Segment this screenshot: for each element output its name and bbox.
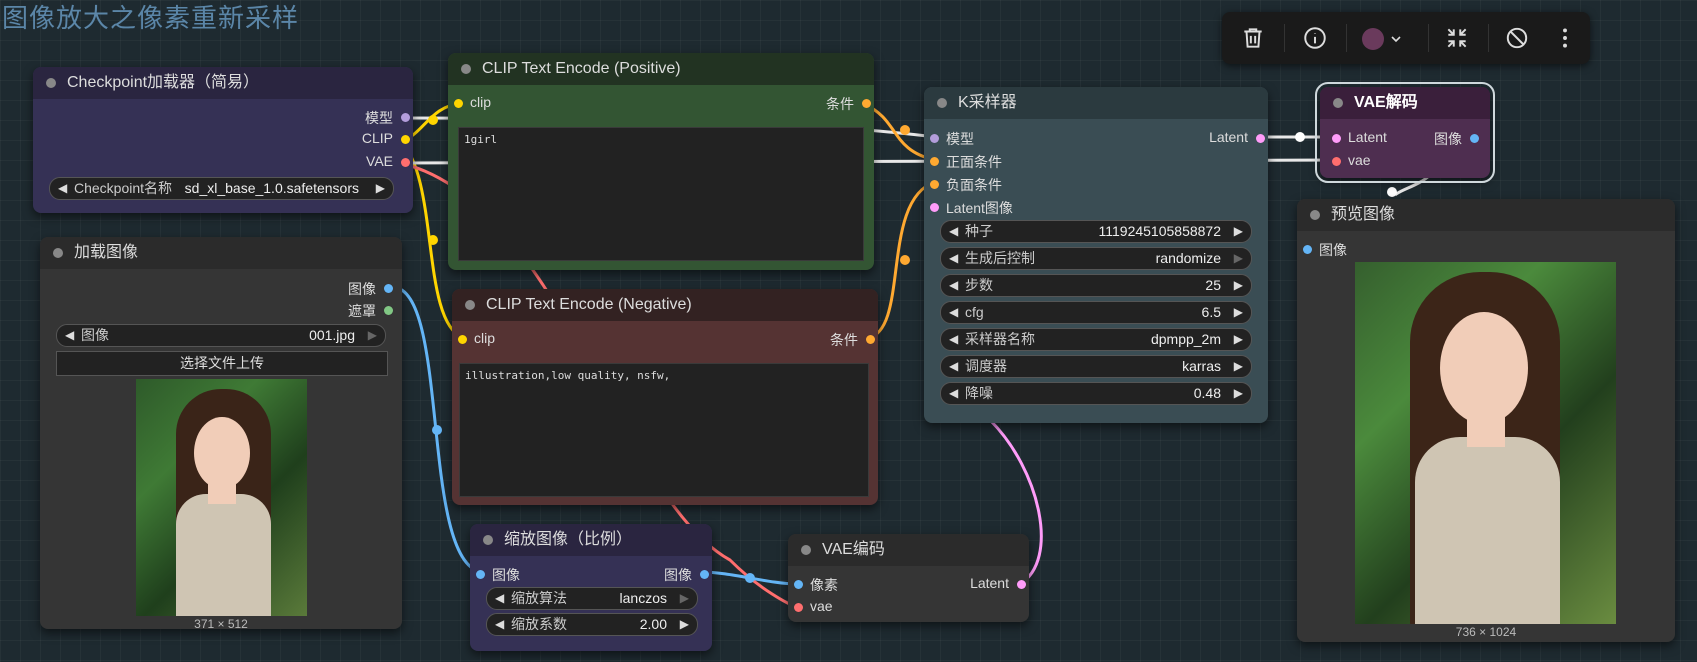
clip-text-encode-negative-node[interactable]: CLIP Text Encode (Negative) clip 条件 illu… [452,289,878,505]
input-image[interactable]: 图像 [1303,240,1347,260]
input-clip[interactable]: clip [454,94,491,110]
scheduler-widget[interactable]: ◀ 调度器 karras ▶ [940,355,1252,378]
node-title: 缩放图像（比例） [504,531,633,548]
load-image-node[interactable]: 加载图像 图像 遮罩 ◀ 图像 001.jpg ▶ 选择文件上传 371 × 5… [40,237,402,631]
link-image-encode [701,570,798,586]
input-positive[interactable]: 正面条件 [930,152,1002,172]
output-model[interactable]: 模型 [365,108,410,128]
output-image[interactable]: 图像 [1434,129,1479,149]
input-latent[interactable]: Latent图像 [930,198,1013,218]
node-title: 预览图像 [1331,206,1396,223]
node-header[interactable]: 预览图像 [1297,199,1675,231]
cfg-widget[interactable]: ◀ cfg 6.5 ▶ [940,301,1252,324]
collapse-icon[interactable] [1444,25,1470,51]
node-title: K采样器 [958,94,1017,111]
input-vae[interactable]: vae [1332,152,1371,168]
node-header[interactable]: VAE编码 [788,534,1029,566]
node-header[interactable]: K采样器 [924,87,1268,119]
input-negative[interactable]: 负面条件 [930,175,1002,195]
output-conditioning[interactable]: 条件 [826,94,871,114]
output-vae[interactable]: VAE [366,153,410,169]
upscale-method-widget[interactable]: ◀ 缩放算法 lanczos ▶ [486,587,698,610]
node-title: 加载图像 [74,244,139,261]
prompt-textarea[interactable]: 1girl [458,127,864,261]
image-size-label: 371 × 512 [194,617,248,631]
collapse-dot[interactable] [461,64,471,74]
steps-widget[interactable]: ◀ 步数 25 ▶ [940,274,1252,297]
output-latent[interactable]: Latent [970,575,1026,591]
image-size-label: 736 × 1024 [1455,625,1517,639]
trash-icon[interactable] [1240,25,1266,51]
arrow-left-icon[interactable]: ◀ [58,178,67,199]
bypass-icon[interactable] [1504,25,1530,51]
loaded-image-thumbnail [136,379,307,616]
collapse-dot[interactable] [483,535,493,545]
seed-widget[interactable]: ◀ 种子 1119245105858872 ▶ [940,220,1252,243]
color-swatch [1362,28,1384,50]
collapse-dot[interactable] [1310,210,1320,220]
collapse-dot[interactable] [46,78,56,88]
collapse-dot[interactable] [801,545,811,555]
output-image[interactable]: 图像 [348,279,393,299]
image-file-combo[interactable]: ◀ 图像 001.jpg ▶ [56,324,386,347]
node-header[interactable]: 加载图像 [40,237,402,269]
arrow-left-icon[interactable]: ◀ [65,325,74,346]
checkpoint-loader-node[interactable]: Checkpoint加载器（简易） 模型 CLIP VAE ◀ Checkpoi… [33,67,413,213]
control-after-generate-widget[interactable]: ◀ 生成后控制 randomize ▶ [940,247,1252,270]
collapse-dot[interactable] [937,98,947,108]
input-clip[interactable]: clip [458,330,495,346]
node-title: CLIP Text Encode (Positive) [482,60,681,77]
collapse-dot[interactable] [53,248,63,258]
output-mask[interactable]: 遮罩 [348,301,393,321]
color-picker-button[interactable] [1362,27,1412,51]
node-title: VAE解码 [1354,94,1418,111]
node-title: Checkpoint加载器（简易） [67,74,260,91]
ksampler-node[interactable]: K采样器 模型 正面条件 负面条件 Latent图像 Latent ◀ 种子 111… [924,87,1268,423]
prompt-textarea[interactable]: illustration,low quality, nsfw, [459,363,869,497]
node-header[interactable]: 缩放图像（比例） [470,524,712,556]
arrow-right-icon[interactable]: ▶ [368,325,377,346]
input-latent[interactable]: Latent [1332,129,1387,145]
node-header[interactable]: Checkpoint加载器（简易） [33,67,413,99]
vae-encode-node[interactable]: VAE编码 像素 vae Latent [788,534,1029,622]
preview-image [1355,262,1616,624]
scale-by-widget[interactable]: ◀ 缩放系数 2.00 ▶ [486,613,698,636]
node-header[interactable]: CLIP Text Encode (Positive) [448,53,874,85]
arrow-right-icon[interactable]: ▶ [376,178,385,199]
sampler-name-widget[interactable]: ◀ 采样器名称 dpmpp_2m ▶ [940,328,1252,351]
chevron-down-icon [1391,36,1401,43]
input-model[interactable]: 模型 [930,129,974,149]
scale-image-node[interactable]: 缩放图像（比例） 图像 图像 ◀ 缩放算法 lanczos ▶ ◀ 缩放系数 2.00 ▶ [470,524,712,651]
collapse-dot[interactable] [465,300,475,310]
clip-text-encode-positive-node[interactable]: CLIP Text Encode (Positive) clip 条件 1gir… [448,53,874,270]
output-clip[interactable]: CLIP [362,130,410,146]
output-latent[interactable]: Latent [1209,129,1265,145]
upload-button[interactable]: 选择文件上传 [56,351,388,376]
node-header[interactable]: VAE解码 [1320,87,1490,119]
link-image-preview [1393,173,1432,197]
denoise-widget[interactable]: ◀ 降噪 0.48 ▶ [940,382,1252,405]
output-image[interactable]: 图像 [664,565,709,585]
checkpoint-name-combo[interactable]: ◀ Checkpoint名称 sd_xl_base_1.0.safetensor… [49,177,394,200]
page-title: 图像放大之像素重新采样 [2,3,300,33]
input-pixels[interactable]: 像素 [794,575,838,595]
vae-decode-node[interactable]: VAE解码 Latent vae 图像 [1315,82,1495,183]
input-image[interactable]: 图像 [476,565,520,585]
output-conditioning[interactable]: 条件 [830,330,875,350]
selection-toolbar [1222,12,1590,64]
info-icon[interactable] [1302,25,1328,51]
node-header[interactable]: CLIP Text Encode (Negative) [452,289,878,321]
input-vae[interactable]: vae [794,598,833,614]
preview-image-node[interactable]: 预览图像 图像 736 × 1024 [1297,199,1675,642]
node-title: CLIP Text Encode (Negative) [486,296,692,313]
collapse-dot[interactable] [1333,98,1343,108]
node-title: VAE编码 [822,541,885,558]
more-icon[interactable] [1552,25,1578,51]
